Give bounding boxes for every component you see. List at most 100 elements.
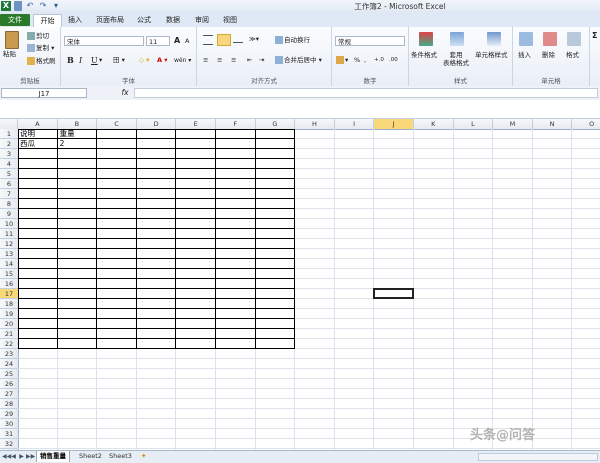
row-header-15[interactable]: 15 xyxy=(0,269,18,279)
merge-center-button[interactable]: 合并后居中 ▾ xyxy=(275,56,322,65)
phonetic-button[interactable]: wén ▾ xyxy=(174,56,191,65)
align-right-icon[interactable]: ≡ xyxy=(231,56,238,65)
delete-cells-icon[interactable] xyxy=(543,32,557,46)
cell-styles-button[interactable]: 单元格样式 xyxy=(475,51,508,60)
align-bottom-icon[interactable] xyxy=(233,39,243,43)
tab-page-layout[interactable]: 页面布局 xyxy=(93,14,127,26)
column-header-b[interactable]: B xyxy=(58,119,98,129)
row-header-4[interactable]: 4 xyxy=(0,159,18,169)
row-header-27[interactable]: 27 xyxy=(0,389,18,399)
last-sheet-button[interactable]: ▶▶ xyxy=(26,452,35,461)
row-header-2[interactable]: 2 xyxy=(0,139,18,149)
column-header-g[interactable]: G xyxy=(256,119,296,129)
row-header-22[interactable]: 22 xyxy=(0,339,18,349)
grow-font-button[interactable]: A xyxy=(174,36,180,45)
row-header-26[interactable]: 26 xyxy=(0,379,18,389)
bold-button[interactable]: B xyxy=(67,56,74,65)
column-header-n[interactable]: N xyxy=(533,119,573,129)
cell-a2[interactable]: 西瓜 xyxy=(18,139,35,149)
cell-b2[interactable]: 2 xyxy=(58,139,65,149)
increase-indent-icon[interactable]: ⇥ xyxy=(259,56,264,65)
first-sheet-button[interactable]: ◀◀ xyxy=(2,452,11,461)
row-header-1[interactable]: 1 xyxy=(0,129,18,139)
cell-a1[interactable]: 说明 xyxy=(18,129,35,139)
shrink-font-button[interactable]: A xyxy=(185,37,189,46)
insert-function-icon[interactable]: fx xyxy=(118,88,132,98)
conditional-format-button[interactable]: 条件格式 xyxy=(411,51,437,60)
insert-cells-icon[interactable] xyxy=(519,32,533,46)
row-header-6[interactable]: 6 xyxy=(0,179,18,189)
column-header-m[interactable]: M xyxy=(493,119,533,129)
column-header-j[interactable]: J xyxy=(374,119,414,129)
row-header-11[interactable]: 11 xyxy=(0,229,18,239)
column-header-h[interactable]: H xyxy=(295,119,335,129)
underline-dropdown[interactable]: ▾ xyxy=(99,56,102,65)
orientation-icon[interactable]: ≫▾ xyxy=(249,35,259,44)
fill-color-button[interactable]: ◇ ▾ xyxy=(139,56,149,65)
row-header-28[interactable]: 28 xyxy=(0,399,18,409)
cell-styles-icon[interactable] xyxy=(487,32,501,46)
customize-quick-access-icon[interactable]: ▾ xyxy=(51,1,61,11)
row-header-14[interactable]: 14 xyxy=(0,259,18,269)
formula-input[interactable] xyxy=(134,88,598,98)
name-box[interactable]: J17 xyxy=(1,88,87,98)
next-sheet-button[interactable]: ▶ xyxy=(18,452,25,461)
row-header-8[interactable]: 8 xyxy=(0,199,18,209)
align-center-icon[interactable]: ≡ xyxy=(217,56,224,65)
column-header-o[interactable]: O xyxy=(572,119,600,129)
row-header-9[interactable]: 9 xyxy=(0,209,18,219)
row-header-13[interactable]: 13 xyxy=(0,249,18,259)
decrease-decimal-button[interactable]: .00 xyxy=(389,56,398,65)
tab-view[interactable]: 视图 xyxy=(219,14,241,26)
tab-data[interactable]: 数据 xyxy=(162,14,184,26)
conditional-format-icon[interactable] xyxy=(419,32,433,46)
tab-home[interactable]: 开始 xyxy=(33,14,62,28)
sheet-tab-sheet3[interactable]: Sheet3 xyxy=(106,451,135,462)
row-header-17[interactable]: 17 xyxy=(0,289,18,299)
wrap-text-button[interactable]: 自动换行 xyxy=(275,36,310,45)
paste-icon[interactable] xyxy=(5,31,19,49)
undo-icon[interactable]: ↶ xyxy=(25,1,35,11)
cut-button[interactable]: 剪切 xyxy=(27,32,49,41)
row-header-30[interactable]: 30 xyxy=(0,419,18,429)
row-header-3[interactable]: 3 xyxy=(0,149,18,159)
align-middle-icon[interactable] xyxy=(217,34,231,46)
format-as-table-button[interactable]: 套用 表格格式 xyxy=(443,51,469,67)
autosum-icon[interactable]: Σ xyxy=(592,31,597,40)
row-header-32[interactable]: 32 xyxy=(0,439,18,449)
redo-icon[interactable]: ↷ xyxy=(38,1,48,11)
increase-decimal-button[interactable]: +.0 xyxy=(374,56,384,65)
decrease-indent-icon[interactable]: ⇤ xyxy=(247,56,252,65)
font-name-select[interactable]: 宋体 xyxy=(64,36,144,46)
number-format-select[interactable]: 常规 xyxy=(335,36,405,46)
row-header-31[interactable]: 31 xyxy=(0,429,18,439)
font-size-select[interactable]: 11 xyxy=(146,36,170,46)
save-icon[interactable] xyxy=(14,1,22,11)
currency-button[interactable]: ▾ xyxy=(336,56,348,65)
align-top-icon[interactable] xyxy=(203,35,213,45)
row-header-21[interactable]: 21 xyxy=(0,329,18,339)
column-header-c[interactable]: C xyxy=(97,119,137,129)
format-cells-icon[interactable] xyxy=(567,32,581,46)
format-cells-button[interactable]: 格式 xyxy=(566,51,579,60)
table-format-icon[interactable] xyxy=(450,32,464,46)
row-header-16[interactable]: 16 xyxy=(0,279,18,289)
tab-insert[interactable]: 插入 xyxy=(64,14,86,26)
column-header-a[interactable]: A xyxy=(18,119,58,129)
underline-button[interactable]: U xyxy=(91,56,98,65)
row-header-25[interactable]: 25 xyxy=(0,369,18,379)
align-left-icon[interactable]: ≡ xyxy=(203,56,210,65)
select-all-corner[interactable] xyxy=(0,119,18,129)
row-header-10[interactable]: 10 xyxy=(0,219,18,229)
percent-button[interactable]: % xyxy=(354,56,360,65)
delete-cells-button[interactable]: 删除 xyxy=(542,51,555,60)
column-header-k[interactable]: K xyxy=(414,119,454,129)
column-header-f[interactable]: F xyxy=(216,119,256,129)
tab-formulas[interactable]: 公式 xyxy=(133,14,155,26)
insert-sheet-icon[interactable]: ✦ xyxy=(138,451,149,462)
cell-b1[interactable]: 重量 xyxy=(58,129,75,139)
row-header-5[interactable]: 5 xyxy=(0,169,18,179)
format-painter-button[interactable]: 格式刷 xyxy=(27,57,56,66)
copy-button[interactable]: 复制 ▾ xyxy=(27,44,54,53)
tab-file[interactable]: 文件 xyxy=(0,14,30,26)
